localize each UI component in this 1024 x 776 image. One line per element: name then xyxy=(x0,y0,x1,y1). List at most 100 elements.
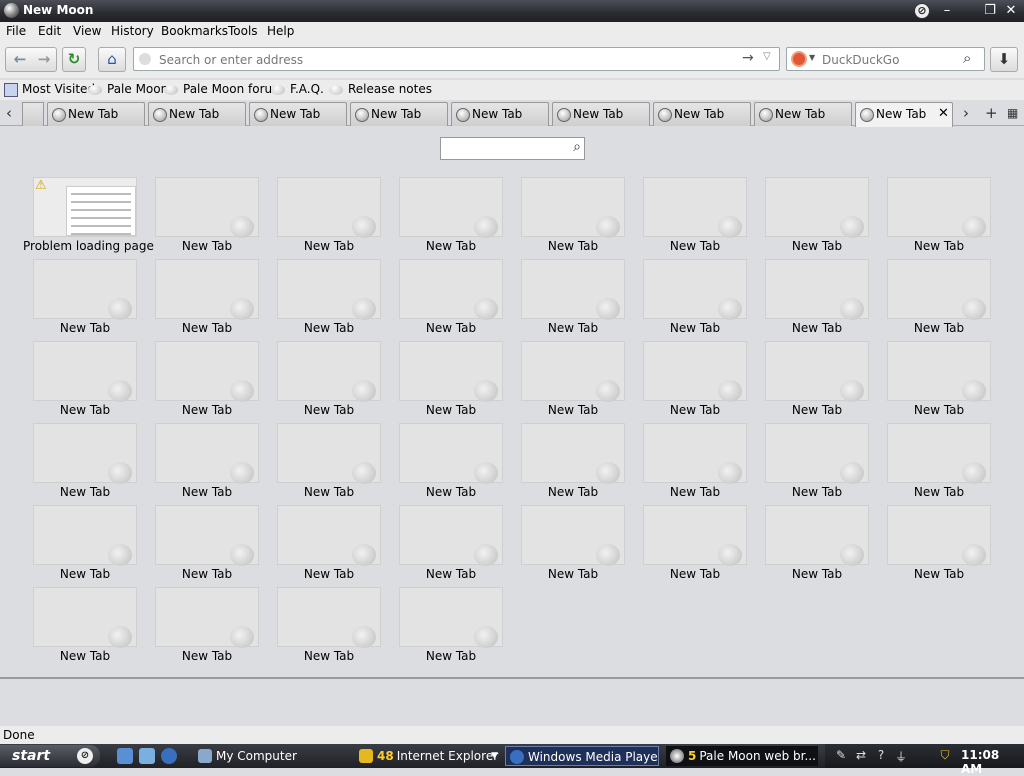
go-arrow-icon[interactable]: → xyxy=(742,50,754,66)
speed-dial-cell[interactable]: New Tab xyxy=(521,505,625,583)
thumbnail[interactable] xyxy=(887,177,991,238)
speed-dial-cell[interactable]: New Tab xyxy=(643,341,747,419)
speed-dial-cell[interactable]: New Tab xyxy=(765,341,869,419)
menu-tools[interactable]: Tools xyxy=(228,24,258,38)
speed-dial-cell[interactable]: New Tab xyxy=(887,423,991,501)
reload-button[interactable]: ↻ xyxy=(62,47,86,72)
thumbnail[interactable] xyxy=(155,341,259,402)
speed-dial-cell[interactable]: New Tab xyxy=(277,505,381,583)
speed-dial-cell[interactable]: New Tab xyxy=(643,259,747,337)
list-all-tabs-icon[interactable]: ▦ xyxy=(1007,106,1018,120)
thumbnail[interactable] xyxy=(887,259,991,320)
close-window-button[interactable]: ✕ xyxy=(1000,2,1022,20)
tab[interactable]: New Tab ✕ xyxy=(855,102,953,127)
speed-dial-cell[interactable]: New Tab xyxy=(155,259,259,337)
tab[interactable]: New Tab xyxy=(451,102,549,126)
scroll-tabs-right-button[interactable]: › xyxy=(963,104,969,122)
menu-help[interactable]: Help xyxy=(267,24,294,38)
speed-dial-cell[interactable]: New Tab xyxy=(399,505,503,583)
search-icon[interactable]: ⌕ xyxy=(573,139,581,155)
site-identity-icon[interactable] xyxy=(139,53,151,65)
bookmark-release-notes[interactable]: Release notes xyxy=(329,82,432,96)
search-bar[interactable]: ▼ DuckDuckGo ⌕ xyxy=(786,47,985,71)
thumbnail[interactable] xyxy=(399,259,503,320)
thumbnail[interactable] xyxy=(33,505,137,566)
speed-dial-cell[interactable]: New Tab xyxy=(399,259,503,337)
thumbnail[interactable] xyxy=(399,341,503,402)
back-button[interactable]: ← xyxy=(8,48,32,71)
thumbnail[interactable] xyxy=(33,587,137,648)
thumbnail[interactable] xyxy=(521,505,625,566)
menu-edit[interactable]: Edit xyxy=(38,24,61,38)
speed-dial-cell[interactable]: New Tab xyxy=(521,423,625,501)
thumbnail[interactable] xyxy=(33,341,137,402)
thumbnail[interactable] xyxy=(277,587,381,648)
thumbnail[interactable] xyxy=(155,423,259,484)
task-windows-media-player[interactable]: Windows Media Player xyxy=(505,746,659,766)
thumbnail[interactable] xyxy=(643,423,747,484)
tray-usb-icon[interactable]: ⏚ xyxy=(893,748,909,764)
speed-dial-cell[interactable]: New Tab xyxy=(155,505,259,583)
thumbnail[interactable] xyxy=(277,423,381,484)
speed-dial-cell[interactable]: New Tab xyxy=(33,505,137,583)
task-my-computer[interactable]: My Computer xyxy=(194,746,344,766)
thumbnail[interactable] xyxy=(155,177,259,238)
speed-dial-cell[interactable]: New Tab xyxy=(33,259,137,337)
speed-dial-cell[interactable]: New Tab xyxy=(765,505,869,583)
speed-dial-cell[interactable]: New Tab xyxy=(521,341,625,419)
thumbnail[interactable] xyxy=(643,177,747,238)
thumbnail[interactable] xyxy=(887,505,991,566)
thumbnail[interactable] xyxy=(765,423,869,484)
speed-dial-cell[interactable]: New Tab xyxy=(155,341,259,419)
thumbnail[interactable] xyxy=(155,505,259,566)
restore-button[interactable]: ❐ xyxy=(979,2,1001,20)
speed-dial-cell[interactable]: New Tab xyxy=(521,177,625,255)
thumbnail[interactable] xyxy=(277,177,381,238)
start-button[interactable]: start ⊘ xyxy=(0,745,100,767)
speed-dial-cell[interactable]: New Tab xyxy=(277,177,381,255)
speed-dial-cell[interactable]: ⚠ Problem loading page xyxy=(23,177,154,255)
tab[interactable]: New Tab xyxy=(653,102,751,126)
menu-bookmarks[interactable]: Bookmarks xyxy=(161,24,228,38)
tray-tool-icon[interactable]: ✎ xyxy=(833,748,849,764)
tab[interactable]: New Tab xyxy=(148,102,246,126)
new-tab-button[interactable]: + xyxy=(985,104,998,122)
thumbnail[interactable] xyxy=(277,341,381,402)
thumbnail[interactable] xyxy=(399,177,503,238)
tab[interactable]: New Tab xyxy=(249,102,347,126)
thumbnail[interactable] xyxy=(643,505,747,566)
thumbnail[interactable] xyxy=(643,341,747,402)
thumbnail[interactable] xyxy=(33,259,137,320)
thumbnail[interactable] xyxy=(521,423,625,484)
menu-view[interactable]: View xyxy=(73,24,101,38)
bookmark-faq[interactable]: F.A.Q. xyxy=(271,82,324,96)
tray-help-icon[interactable]: ? xyxy=(873,748,889,764)
thumbnail[interactable] xyxy=(643,259,747,320)
speed-dial-cell[interactable]: New Tab xyxy=(399,177,503,255)
thumbnail[interactable]: ⚠ xyxy=(33,177,137,237)
thumbnail[interactable] xyxy=(521,341,625,402)
speed-dial-cell[interactable]: New Tab xyxy=(521,259,625,337)
thumbnail[interactable] xyxy=(155,259,259,320)
menu-file[interactable]: File xyxy=(6,24,26,38)
bookmark-most-visited[interactable]: Most Visited xyxy=(4,82,95,97)
speed-dial-cell[interactable]: New Tab xyxy=(643,505,747,583)
speed-dial-cell[interactable]: New Tab xyxy=(399,587,503,665)
close-tab-button[interactable]: ✕ xyxy=(938,106,949,121)
thumbnail[interactable] xyxy=(399,505,503,566)
menu-history[interactable]: History xyxy=(111,24,154,38)
address-bar[interactable]: Search or enter address → ▽ xyxy=(133,47,780,71)
newtab-search-input[interactable]: ⌕ xyxy=(440,137,585,160)
speed-dial-cell[interactable]: New Tab xyxy=(277,259,381,337)
quicklaunch-media-icon[interactable] xyxy=(161,748,177,764)
speed-dial-cell[interactable]: New Tab xyxy=(33,423,137,501)
thumbnail[interactable] xyxy=(765,505,869,566)
engine-dropdown-icon[interactable]: ▼ xyxy=(809,53,815,62)
speed-dial-cell[interactable]: New Tab xyxy=(765,177,869,255)
task-internet-explorer[interactable]: 48 Internet Explorer ▼ xyxy=(355,746,502,766)
tab-partial[interactable] xyxy=(22,102,44,126)
thumbnail[interactable] xyxy=(521,177,625,238)
tray-security-shield-icon[interactable]: ⛉ xyxy=(937,748,953,764)
speed-dial-cell[interactable]: New Tab xyxy=(887,341,991,419)
speed-dial-cell[interactable]: New Tab xyxy=(643,423,747,501)
